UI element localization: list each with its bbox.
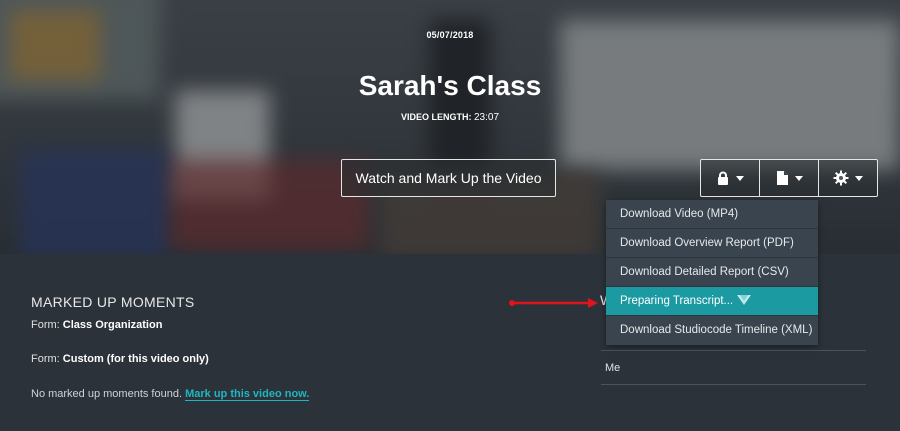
menu-download-video[interactable]: Download Video (MP4): [606, 200, 818, 229]
chevron-down-icon: [794, 175, 803, 181]
annotation-arrow: [509, 298, 598, 308]
menu-download-detailed-report[interactable]: Download Detailed Report (CSV): [606, 258, 818, 287]
gear-icon: [833, 170, 849, 186]
settings-dropdown-button[interactable]: [818, 160, 877, 196]
form-prefix: Form:: [31, 319, 63, 331]
marked-up-moments-heading: MARKED UP MOMENTS: [31, 294, 195, 310]
video-length-value: 23:07: [474, 112, 500, 123]
lock-icon: [718, 171, 728, 185]
form-line: Form: Class Organization: [31, 319, 162, 331]
reports-dropdown-button[interactable]: [759, 160, 818, 196]
video-title: Sarah's Class: [358, 70, 542, 101]
chevron-down-icon: [736, 175, 744, 181]
form-prefix: Form:: [31, 353, 63, 365]
viewer-entry: Me: [605, 362, 621, 374]
privacy-dropdown-button[interactable]: [701, 160, 759, 196]
menu-preparing-transcript[interactable]: Preparing Transcript...: [606, 287, 818, 316]
menu-preparing-transcript-label: Preparing Transcript...: [620, 295, 734, 307]
document-icon: [776, 171, 788, 185]
divider: [601, 384, 866, 385]
menu-download-overview-report[interactable]: Download Overview Report (PDF): [606, 229, 818, 258]
form-name: Custom (for this video only): [62, 353, 209, 365]
form-name: Class Organization: [62, 319, 163, 331]
menu-download-studiocode-timeline[interactable]: Download Studiocode Timeline (XML): [606, 316, 818, 345]
video-date: 05/07/2018: [426, 30, 474, 40]
mark-up-video-link[interactable]: Mark up this video now.: [185, 388, 310, 401]
chevron-down-icon: [855, 175, 863, 181]
divider: [601, 350, 866, 351]
watch-markup-button[interactable]: Watch and Mark Up the Video: [341, 159, 556, 197]
video-action-group: [700, 159, 878, 197]
empty-moments-message: No marked up moments found. Mark up this…: [31, 388, 310, 401]
spinner-icon: [737, 295, 752, 305]
video-length: VIDEO LENGTH: 23:07: [0, 112, 900, 123]
video-length-label: VIDEO LENGTH:: [400, 112, 472, 122]
reports-dropdown-menu: Download Video (MP4) Download Overview R…: [606, 200, 818, 345]
form-line: Form: Custom (for this video only): [31, 353, 209, 365]
empty-moments-text: No marked up moments found.: [31, 388, 183, 400]
